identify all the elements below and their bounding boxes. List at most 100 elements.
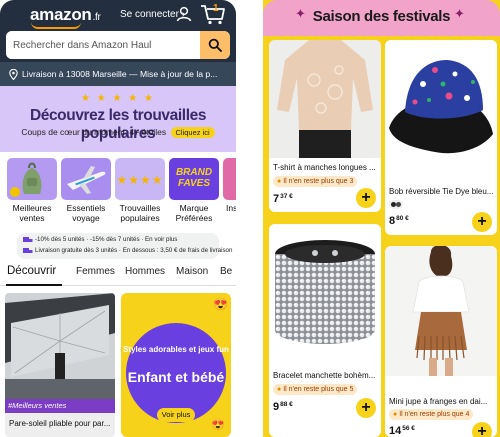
category-label: Essentiels voyage xyxy=(66,203,106,223)
smiley-sticker-icon: 😍 xyxy=(213,297,228,311)
active-tab-indicator xyxy=(6,284,62,286)
category-tile xyxy=(223,158,236,200)
category-tile xyxy=(7,158,57,200)
category-tile: ★★★★ xyxy=(115,158,165,200)
bestseller-badge: #Meilleurs ventes xyxy=(5,399,115,413)
cart-count-badge: 1 xyxy=(213,3,219,14)
low-stock-badge: ● Il n'en reste plus que 3 xyxy=(273,176,358,187)
product-title: Bob réversible Tie Dye bleu... xyxy=(389,187,493,196)
kids-baby-promo-card[interactable]: 😍 Styles adorables et jeux fun Enfant et… xyxy=(121,293,231,437)
product-price: 737 € xyxy=(273,193,293,205)
product-title: Bracelet manchette bohèm... xyxy=(273,371,376,380)
low-stock-badge: ● Il n'en reste plus que 5 xyxy=(273,384,358,395)
search-input[interactable] xyxy=(6,31,200,59)
search-button[interactable] xyxy=(200,31,230,59)
bulk-discount-promo[interactable]: -10% dès 5 unités · -15% dès 7 unités · … xyxy=(17,233,232,259)
popular-finds-banner[interactable]: ★ ★ ★ ★ ★ Découvrez les trouvailles popu… xyxy=(0,86,236,152)
price-cents: 88 € xyxy=(280,401,293,408)
product-title: Mini jupe à franges en dai... xyxy=(389,397,488,406)
product-card-bucket-hat[interactable]: Bob réversible Tie Dye bleu... 880 € + xyxy=(385,40,497,235)
bucket-hat-image xyxy=(385,40,497,180)
category-tile xyxy=(61,158,111,200)
user-icon[interactable] xyxy=(176,6,192,22)
category-label: Ins xyxy=(226,203,236,213)
delivery-location-bar[interactable]: Livraison à 13008 Marseille — Mise à jou… xyxy=(0,62,236,86)
promo-line-shipping: Livraison gratuite dès 3 unités · En des… xyxy=(35,247,233,254)
promo-line-discount: -10% dès 5 unités · -15% dès 7 unités · … xyxy=(35,236,178,243)
search-bar xyxy=(6,31,230,59)
tab-home[interactable]: Maison xyxy=(176,266,208,277)
price-main: 9 xyxy=(273,401,280,413)
product-image xyxy=(385,246,497,376)
product-title: T-shirt à manches longues ... xyxy=(273,163,376,172)
heart-sticker-icon: 😍 xyxy=(211,419,225,431)
fringe-skirt-image xyxy=(385,246,497,376)
price-cents: 56 € xyxy=(402,425,415,432)
location-pin-icon xyxy=(9,68,18,80)
price-main: 14 xyxy=(389,425,402,437)
kids-subtitle: Styles adorables et jeux fun xyxy=(123,345,229,354)
logo-smile-icon xyxy=(31,22,81,29)
category-popular-finds[interactable]: ★★★★ Trouvailles populaires xyxy=(115,158,165,223)
category-partial[interactable]: Ins xyxy=(223,158,236,213)
search-icon xyxy=(208,38,222,52)
product-image xyxy=(269,224,381,364)
festival-season-screen: ✦ Saison des festivals ✦ T-shirt à manch… xyxy=(263,0,500,437)
logo-suffix: .fr xyxy=(92,12,101,23)
tab-men[interactable]: Hommes xyxy=(125,266,165,277)
product-card-fringe-skirt[interactable]: Mini jupe à franges en dai... ● Il n'en … xyxy=(385,246,497,437)
stars-icon: ★★★★ xyxy=(116,173,164,187)
tab-beauty[interactable]: Be xyxy=(220,266,232,277)
category-label: Marque Préférées xyxy=(175,203,213,223)
add-to-cart-button[interactable]: + xyxy=(472,212,492,232)
product-card-sunshade[interactable]: #Meilleurs ventes Pare-soleil pliable po… xyxy=(5,293,115,437)
banner-stars-icon: ★ ★ ★ ★ ★ xyxy=(81,93,155,104)
see-more-button[interactable]: Voir plus xyxy=(157,408,195,422)
product-image xyxy=(269,40,381,158)
top-navigation-bar: amazon.fr Se connecter › 1 xyxy=(0,0,236,62)
party-hat-icon: ✦ xyxy=(454,6,465,21)
category-best-sellers[interactable]: Meilleures ventes xyxy=(7,158,57,223)
banner-cta-button[interactable]: Cliquez ici xyxy=(170,127,215,138)
category-tile: BRAND FAVES xyxy=(169,158,219,200)
add-to-cart-button[interactable]: + xyxy=(356,398,376,418)
lace-top-image xyxy=(269,40,381,158)
truck-icon xyxy=(23,237,33,242)
product-title: Pare-soleil pliable pour par... xyxy=(9,419,111,428)
price-main: 8 xyxy=(389,215,396,227)
truck-icon xyxy=(23,248,33,253)
category-brand-faves[interactable]: BRAND FAVES Marque Préférées xyxy=(169,158,219,223)
low-stock-badge: ● Il n'en reste plus que 4 xyxy=(389,409,474,420)
add-to-cart-button[interactable]: + xyxy=(472,422,492,437)
product-card-lace-top[interactable]: T-shirt à manches longues ... ● Il n'en … xyxy=(269,40,381,212)
delivery-text: Livraison à 13008 Marseille — Mise à jou… xyxy=(22,69,218,79)
banner-subtitle: Coups de cœur du moment, 4+ étoiles Cliq… xyxy=(0,127,236,138)
bag-image xyxy=(10,162,42,197)
price-cents: 37 € xyxy=(280,193,293,200)
low-stock-text: Il n'en reste plus que 4 xyxy=(399,411,470,418)
color-swatch[interactable] xyxy=(389,200,403,209)
add-to-cart-button[interactable]: + xyxy=(356,188,376,208)
low-stock-text: Il n'en reste plus que 5 xyxy=(283,386,354,393)
scallop-border xyxy=(263,30,500,40)
price-main: 7 xyxy=(273,193,280,205)
brand-faves-text: BRAND FAVES xyxy=(175,167,213,189)
low-stock-text: Il n'en reste plus que 3 xyxy=(283,178,354,185)
amazon-haul-home-screen: amazon.fr Se connecter › 1 Rechercher da… xyxy=(0,0,236,437)
tab-women[interactable]: Femmes xyxy=(76,266,115,277)
product-image xyxy=(385,40,497,180)
category-travel[interactable]: Essentiels voyage xyxy=(61,158,111,223)
category-tabs: Découvrir Femmes Hommes Maison Be xyxy=(0,262,236,286)
product-card-cuff-bracelet[interactable]: Bracelet manchette bohèm... ● Il n'en re… xyxy=(269,224,381,437)
product-price: 880 € xyxy=(389,215,409,227)
product-price: 1456 € xyxy=(389,425,415,437)
product-price: 988 € xyxy=(273,401,293,413)
banner-subtitle-text: Coups de cœur du moment, 4+ étoiles xyxy=(21,127,167,137)
kids-title: Enfant et bébé xyxy=(127,369,225,385)
category-label: Trouvailles populaires xyxy=(119,203,161,223)
price-cents: 80 € xyxy=(396,215,409,222)
sunshade-image xyxy=(5,293,115,399)
airplane-image xyxy=(67,166,106,194)
rhinestone-bracelet-image xyxy=(269,224,381,364)
tab-discover[interactable]: Découvrir xyxy=(7,265,56,277)
